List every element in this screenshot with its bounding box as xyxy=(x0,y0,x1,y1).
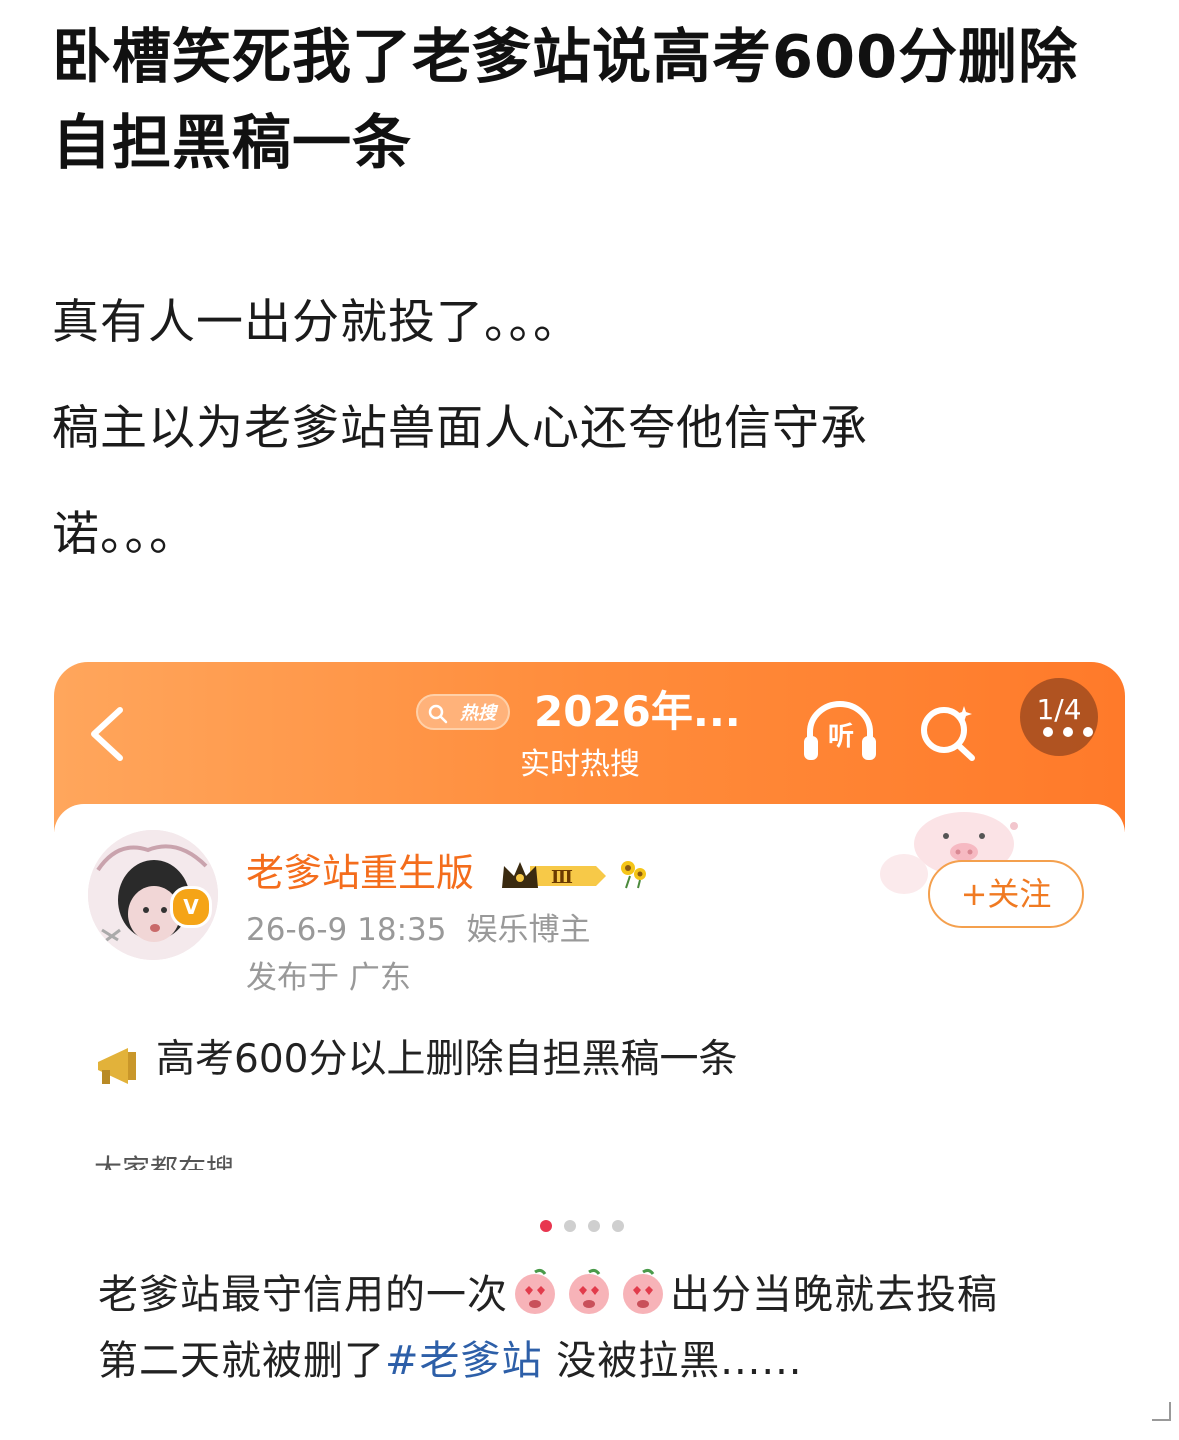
back-arrow-icon[interactable] xyxy=(86,704,126,764)
heart-eyes-peach-emoji-icon xyxy=(515,1268,555,1314)
carousel-dot xyxy=(612,1220,624,1232)
listen-label: 听 xyxy=(827,722,854,752)
caption-text: 老爹站最守信用的一次 xyxy=(98,1272,508,1318)
carousel-dot-active xyxy=(540,1220,552,1232)
post-body-line: 诺。。。 xyxy=(52,507,197,562)
post-title: 卧槽笑死我了老爹站说高考600分删除自担黑稿一条 xyxy=(52,22,1079,177)
more-dots-icon[interactable] xyxy=(1038,726,1098,738)
caption-line-2: 第二天就被删了#老爹站 没被拉黑...... xyxy=(98,1328,1138,1394)
author-tag: 娱乐博主 xyxy=(466,912,591,948)
hashtag-link[interactable]: #老爹站 xyxy=(385,1338,543,1384)
post-body-line: 真有人一出分就投了。。。 xyxy=(52,295,581,350)
hot-search-badge: 热搜 xyxy=(416,694,510,730)
corner-mark-icon xyxy=(1152,1402,1171,1421)
megaphone-icon xyxy=(98,1048,136,1084)
post-text: 高考600分以上删除自担黑稿一条 xyxy=(156,1037,738,1082)
verified-badge: V xyxy=(170,886,212,928)
image-page-indicator: 1/4 xyxy=(1020,678,1098,756)
sunflower-icon xyxy=(621,861,646,889)
crown-level-icon: Ⅲ xyxy=(502,862,606,888)
author-name[interactable]: 老爹站重生版 xyxy=(246,848,474,898)
search-icon xyxy=(428,704,448,724)
hot-search-title[interactable]: 2026年... xyxy=(534,684,741,740)
heart-eyes-peach-emoji-icon xyxy=(569,1268,609,1314)
post-timestamp: 26-6-9 18:35 xyxy=(246,912,447,948)
caption: 老爹站最守信用的一次 出分当晚就去投稿 第二天就被删了#老爹站 没被拉黑.....… xyxy=(98,1262,1138,1394)
caption-text: 出分当晚就去投稿 xyxy=(670,1272,998,1318)
related-search-label[interactable]: 大家都在搜 xyxy=(94,1150,234,1170)
caption-text: 没被拉黑...... xyxy=(542,1338,803,1384)
hot-badge-label: 热搜 xyxy=(460,703,496,724)
caption-line-1: 老爹站最守信用的一次 出分当晚就去投稿 xyxy=(98,1262,1138,1328)
post-meta: 26-6-9 18:35 娱乐博主 xyxy=(246,906,610,954)
post-location: 发布于 广东 xyxy=(246,960,411,996)
post-body: 真有人一出分就投了。。。 稿主以为老爹站兽面人心还夸他信守承 诺。。。 xyxy=(52,270,1052,588)
follow-button[interactable]: +关注 xyxy=(928,860,1084,928)
carousel-dots xyxy=(540,1220,624,1232)
carousel-dot xyxy=(564,1220,576,1232)
post-body-line: 稿主以为老爹站兽面人心还夸他信守承 xyxy=(52,401,868,456)
heart-eyes-peach-emoji-icon xyxy=(623,1268,663,1314)
carousel-dot xyxy=(588,1220,600,1232)
level-badge-label: Ⅲ xyxy=(551,867,573,888)
caption-text: 第二天就被删了 xyxy=(98,1338,385,1384)
search-icon[interactable] xyxy=(918,702,978,762)
hot-search-subtitle: 实时热搜 xyxy=(520,747,640,782)
